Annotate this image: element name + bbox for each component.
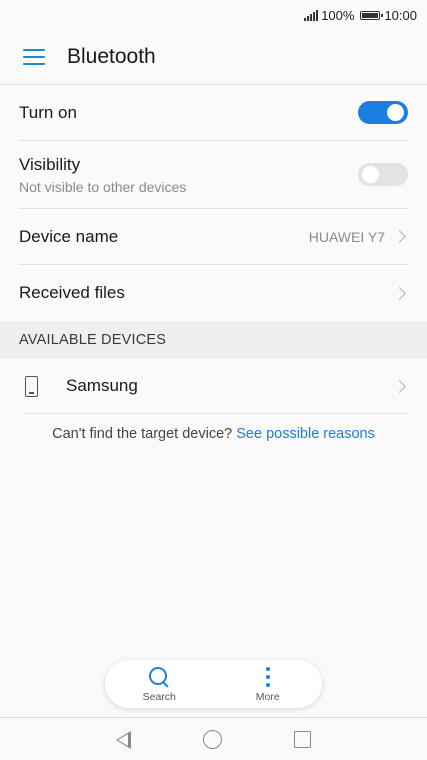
visibility-toggle[interactable]	[358, 163, 408, 186]
chevron-right-icon	[393, 379, 406, 393]
bluetooth-settings-screen: 100% 10:00 Bluetooth Turn on Visibility …	[0, 0, 427, 760]
recent-apps-icon[interactable]	[294, 731, 311, 748]
chevron-right-icon	[393, 230, 406, 243]
home-icon[interactable]	[203, 730, 222, 749]
back-icon[interactable]	[116, 730, 131, 749]
turn-on-row[interactable]: Turn on	[19, 85, 408, 141]
battery-icon	[360, 10, 384, 20]
visibility-subtitle: Not visible to other devices	[19, 178, 187, 195]
received-files-row[interactable]: Received files	[19, 265, 408, 321]
received-files-label: Received files	[19, 283, 125, 302]
search-icon	[148, 666, 170, 688]
visibility-row[interactable]: Visibility Not visible to other devices	[19, 141, 408, 209]
signal-icon	[304, 9, 319, 21]
more-label: More	[255, 690, 280, 703]
visibility-label: Visibility	[19, 154, 81, 174]
battery-percent: 100%	[321, 7, 355, 23]
device-item-samsung[interactable]: Samsung	[25, 359, 408, 414]
search-button[interactable]: Search	[119, 666, 199, 703]
system-navigation-bar	[0, 717, 427, 760]
hint-text: Can't find the target device?	[52, 426, 233, 442]
device-name-label: Device name	[19, 226, 119, 246]
search-label: Search	[142, 690, 176, 703]
more-button[interactable]: More	[228, 666, 308, 703]
device-name: Samsung	[66, 376, 138, 395]
bottom-action-bar: Search More	[105, 660, 322, 708]
turn-on-label: Turn on	[19, 102, 77, 122]
hamburger-menu-icon[interactable]	[23, 49, 45, 65]
page-title: Bluetooth	[67, 45, 156, 68]
available-devices-header: AVAILABLE DEVICES	[0, 321, 427, 359]
device-hint: Can't find the target device? See possib…	[0, 426, 427, 442]
status-bar: 100% 10:00	[0, 0, 427, 30]
device-name-row[interactable]: Device name HUAWEI Y7	[19, 209, 408, 265]
bluetooth-toggle[interactable]	[358, 101, 408, 124]
toggle-knob	[362, 166, 379, 183]
chevron-right-icon	[393, 286, 406, 300]
device-name-value: HUAWEI Y7	[308, 228, 385, 245]
more-vertical-icon	[257, 666, 279, 688]
see-possible-reasons-link[interactable]: See possible reasons	[236, 426, 375, 442]
title-bar: Bluetooth	[0, 30, 427, 85]
toggle-knob	[387, 104, 404, 121]
clock: 10:00	[384, 7, 417, 23]
phone-icon	[25, 375, 38, 397]
